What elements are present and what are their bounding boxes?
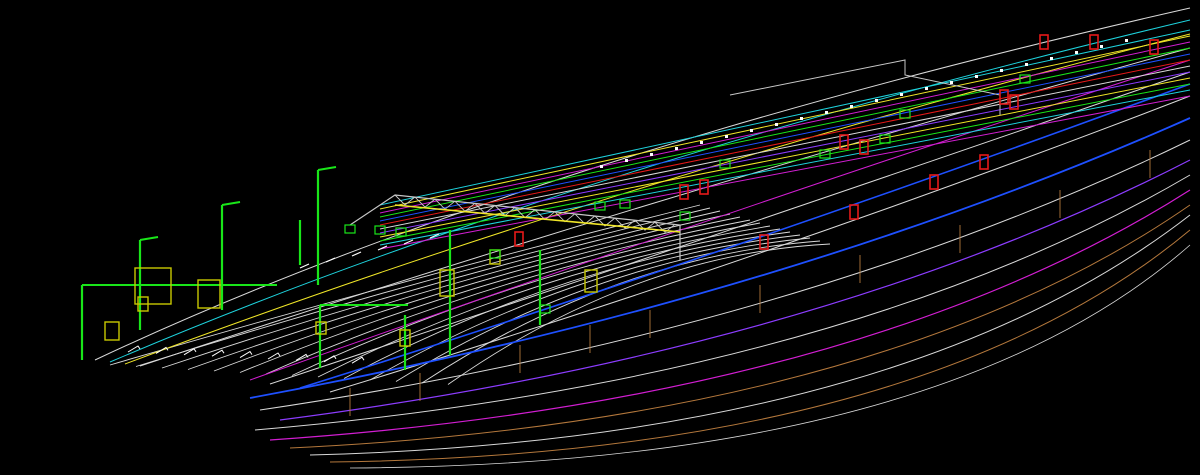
lane-arrow-6 — [295, 353, 309, 361]
detail-tick-6 — [750, 129, 753, 132]
utility-band-7 — [379, 71, 1191, 234]
sign-panel-12 — [849, 204, 859, 220]
curve-line-9 — [259, 139, 1191, 411]
lane-arrow-5 — [267, 352, 281, 360]
detail-tick-9 — [825, 111, 828, 114]
detail-tick-4 — [700, 141, 703, 144]
detail-tick-16 — [1000, 69, 1003, 72]
detail-tick-20 — [1100, 45, 1103, 48]
lane-dash-0 — [299, 263, 310, 269]
detail-tick-3 — [675, 147, 678, 150]
detail-tick-19 — [1075, 51, 1078, 54]
detail-tick-21 — [1125, 39, 1128, 42]
lane-dash-2 — [351, 251, 362, 257]
detail-tick-14 — [950, 81, 953, 84]
utility-band-0 — [379, 29, 1191, 206]
utility-band-4 — [379, 53, 1191, 222]
detail-tick-2 — [650, 153, 653, 156]
signal-head-2 — [104, 321, 120, 341]
curve-line-3 — [139, 47, 1191, 367]
utility-band-6 — [379, 65, 1191, 230]
mast-arm-0 — [139, 236, 159, 241]
detail-tick-0 — [600, 165, 603, 168]
detail-tick-18 — [1050, 57, 1053, 60]
lane-arrow-4 — [239, 350, 253, 359]
detail-tick-7 — [775, 123, 778, 126]
detail-tick-15 — [975, 75, 978, 78]
utility-band-10 — [379, 89, 1191, 246]
detail-tick-11 — [875, 99, 878, 102]
mast-arm-2 — [317, 166, 337, 171]
lane-arrow-7 — [323, 355, 337, 363]
detail-tick-1 — [625, 159, 628, 162]
equipment-box-6 — [619, 199, 631, 209]
detail-tick-10 — [850, 105, 853, 108]
utility-band-11 — [379, 95, 1191, 250]
detail-tick-13 — [925, 87, 928, 90]
lane-line-5 — [239, 219, 751, 373]
utility-band-2 — [379, 41, 1191, 214]
detail-tick-8 — [800, 117, 803, 120]
utility-band-3 — [379, 47, 1191, 218]
utility-band-8 — [379, 77, 1191, 238]
curve-line-14 — [309, 214, 1191, 456]
detail-tick-17 — [1025, 63, 1028, 66]
lane-line-6 — [265, 222, 761, 375]
lane-markings-layer — [127, 39, 1128, 364]
lane-line-10 — [369, 234, 801, 381]
road-wireframe-drawing — [80, 7, 1191, 469]
detail-tick-5 — [725, 135, 728, 138]
utility-lines-layer — [109, 19, 1191, 463]
lane-dash-1 — [325, 257, 336, 263]
gantry-rail — [394, 204, 681, 233]
detail-tick-12 — [900, 93, 903, 96]
lane-arrow-0 — [127, 345, 141, 353]
mast-arm-1 — [221, 201, 241, 206]
sign-panel-10 — [1089, 34, 1099, 50]
cad-viewport[interactable] — [0, 0, 1200, 475]
utility-band-1 — [379, 35, 1191, 210]
equipment-box-0 — [344, 224, 356, 234]
